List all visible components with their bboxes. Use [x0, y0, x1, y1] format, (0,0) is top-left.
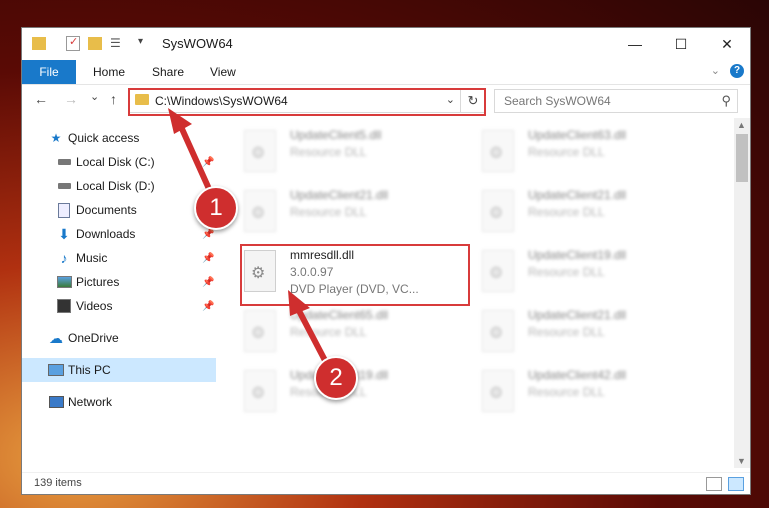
- callout-arrows: [168, 108, 333, 372]
- callout-arrowhead-two: [288, 290, 310, 316]
- callout-arrowhead-one: [168, 108, 192, 134]
- callout-badge-two: 2: [314, 356, 358, 400]
- callout-badge-one: 1: [194, 186, 238, 230]
